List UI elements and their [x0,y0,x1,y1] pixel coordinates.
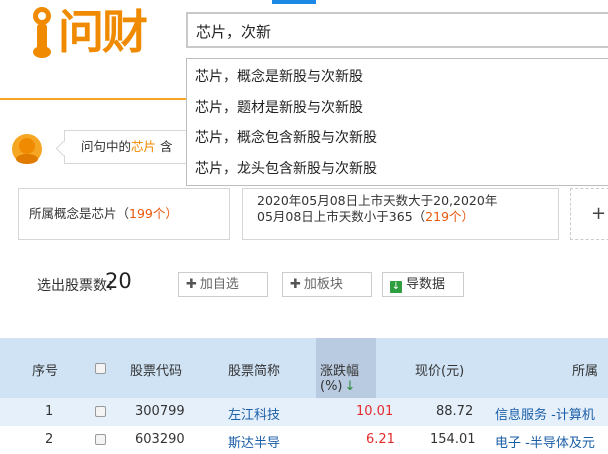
header-code[interactable]: 股票代码 [130,360,182,379]
suggestion-item[interactable]: 芯片，概念是新股与次新股 [195,66,363,86]
logo-text: 问财 [58,5,148,59]
row-checkbox[interactable] [95,434,106,445]
condition-chip-listing-days[interactable]: 2020年05月08日上市天数大于20,2020年 05月08日上市天数小于36… [242,188,559,240]
logo-mascot-icon [33,7,51,58]
row-price: 88.72 [436,404,474,419]
condition-text: 所属概念是芯片（ [29,206,130,221]
condition-count: 199 [129,206,153,221]
row-change: 6.21 [366,432,395,447]
row-change: 10.01 [356,404,394,419]
download-icon: ↓ [390,281,402,293]
add-board-button[interactable]: ✚ 加板块 [282,272,372,297]
row-name-link[interactable]: 斯达半导 [228,432,280,451]
header-index: 序号 [32,364,59,379]
add-condition-button[interactable]: + [570,188,608,240]
suggestion-item[interactable]: 芯片，概念包含新股与次新股 [195,127,377,147]
table-row[interactable]: 1 300799 左江科技 10.01 88.72 信息服务 -计算机 [0,398,608,426]
mascot-icon [10,132,44,166]
table-header: 序号 股票代码 股票简称 涨跌幅(%) ↓ 现价(元) 所属 [0,338,608,398]
row-price: 154.01 [430,432,476,447]
question-prefix: 问句中的 [81,139,132,154]
search-box[interactable]: 芯片，次新 [186,12,608,48]
question-label: 问句中的芯片 含 [55,130,204,164]
suggestion-dropdown: 芯片，概念是新股与次新股 芯片，题材是新股与次新股 芯片，概念包含新股与次新股 … [186,58,608,186]
row-industry-link[interactable]: 信息服务 -计算机 [495,404,595,423]
condition-text-line2: 05月08日上市天数小于365（ [257,209,426,224]
suggestion-item[interactable]: 芯片，题材是新股与次新股 [195,97,363,117]
row-name-link[interactable]: 左江科技 [228,404,280,423]
condition-text-line1: 2020年05月08日上市天数大于20,2020年 [257,193,498,208]
add-watchlist-label: 加自选 [199,277,239,292]
row-checkbox[interactable] [95,406,106,417]
sort-desc-icon: ↓ [344,379,356,394]
search-input[interactable]: 芯片，次新 [196,21,271,42]
header-divider [0,98,188,100]
active-tab-indicator [272,0,316,4]
plus-icon: ✚ [186,277,197,292]
result-count: 20 [105,269,132,293]
top-nav-strip[interactable] [180,0,608,4]
export-label: 导数据 [406,277,446,292]
row-code: 603290 [135,432,185,447]
select-all-checkbox[interactable] [95,363,106,374]
pointer-arrow [55,140,72,157]
header-price[interactable]: 现价(元) [415,360,464,379]
condition-chip-concept[interactable]: 所属概念是芯片（199个） [18,188,230,240]
suggestion-item[interactable]: 芯片，龙头包含新股与次新股 [195,158,377,178]
header-industry[interactable]: 所属 [572,360,598,379]
header-change-sorted[interactable]: 涨跌幅(%) ↓ [316,338,376,398]
condition-count: 219 [425,209,450,224]
row-code: 300799 [135,404,185,419]
add-watchlist-button[interactable]: ✚ 加自选 [178,272,268,297]
plus-icon: ✚ [290,277,301,292]
question-keyword: 芯片 [131,139,157,154]
header-name[interactable]: 股票简称 [228,360,280,379]
row-index: 1 [45,404,54,419]
export-data-button[interactable]: ↓ 导数据 [382,272,464,297]
row-index: 2 [45,432,54,447]
add-board-label: 加板块 [303,277,343,292]
question-suffix: 含 [160,139,173,154]
condition-unit: 个） [449,209,475,224]
condition-unit: 个） [152,206,178,221]
table-row[interactable]: 2 603290 斯达半导 6.21 154.01 电子 -半导体及元 [0,426,608,454]
row-industry-link[interactable]: 电子 -半导体及元 [495,432,595,451]
